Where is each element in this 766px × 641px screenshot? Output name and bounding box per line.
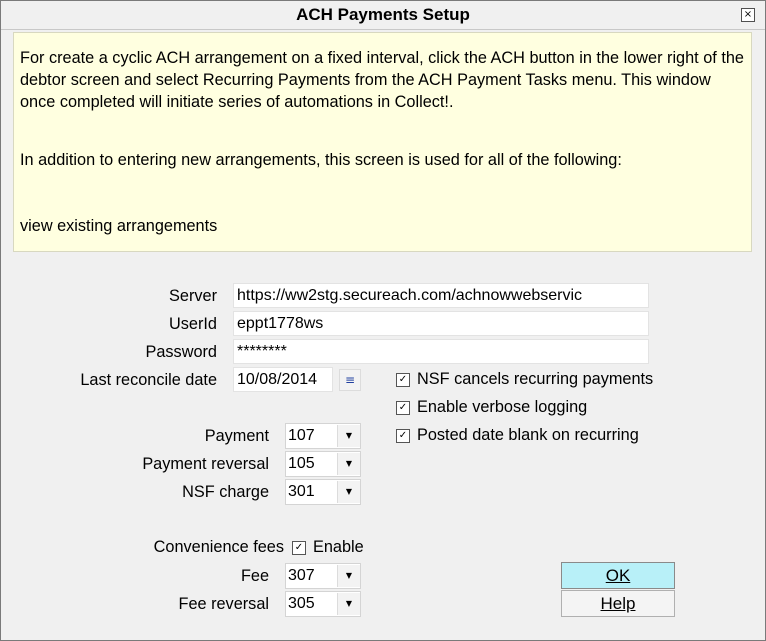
posted-date-blank-label: Posted date blank on recurring bbox=[417, 426, 639, 444]
check-icon: ✓ bbox=[398, 374, 408, 385]
payment-reversal-value: 105 bbox=[288, 455, 315, 472]
ok-button[interactable]: OK bbox=[561, 562, 675, 589]
chevron-down-icon[interactable]: ▼ bbox=[337, 565, 360, 587]
nsf-charge-label: NSF charge bbox=[182, 483, 269, 501]
nsf-cancels-label: NSF cancels recurring payments bbox=[417, 370, 654, 388]
password-input[interactable]: ******** bbox=[233, 339, 649, 364]
payment-value: 107 bbox=[288, 427, 315, 444]
calendar-button[interactable]: ≡ bbox=[339, 369, 361, 391]
fee-reversal-label: Fee reversal bbox=[178, 595, 270, 613]
convenience-fees-label: Convenience fees bbox=[153, 538, 284, 556]
chevron-down-icon[interactable]: ▼ bbox=[337, 425, 360, 447]
enable-fees-checkbox[interactable]: ✓ bbox=[292, 541, 306, 555]
info-paragraph-3: view existing arrangements bbox=[20, 217, 218, 235]
server-label: Server bbox=[169, 287, 217, 305]
info-paragraph-2: In addition to entering new arrangements… bbox=[20, 151, 622, 169]
nsf-charge-dropdown[interactable]: 301 ▼ bbox=[285, 479, 361, 505]
check-icon: ✓ bbox=[398, 430, 408, 441]
payment-reversal-label: Payment reversal bbox=[142, 455, 269, 473]
fee-value: 307 bbox=[288, 567, 315, 584]
info-paragraph-1: For create a cyclic ACH arrangement on a… bbox=[20, 49, 744, 111]
fee-label: Fee bbox=[240, 567, 269, 585]
userid-label: UserId bbox=[169, 315, 217, 333]
reconcile-date-label: Last reconcile date bbox=[80, 371, 217, 389]
chevron-down-icon[interactable]: ▼ bbox=[337, 453, 360, 475]
chevron-down-icon[interactable]: ▼ bbox=[337, 481, 360, 503]
close-icon: × bbox=[743, 9, 753, 20]
check-icon: ✓ bbox=[398, 402, 408, 413]
payment-reversal-dropdown[interactable]: 105 ▼ bbox=[285, 451, 361, 477]
payment-dropdown[interactable]: 107 ▼ bbox=[285, 423, 361, 449]
verbose-logging-label: Enable verbose logging bbox=[417, 398, 588, 416]
payment-label: Payment bbox=[204, 427, 269, 445]
verbose-logging-checkbox[interactable]: ✓ bbox=[396, 401, 410, 415]
posted-date-blank-checkbox[interactable]: ✓ bbox=[396, 429, 410, 443]
fee-dropdown[interactable]: 307 ▼ bbox=[285, 563, 361, 589]
calendar-icon: ≡ bbox=[344, 373, 356, 387]
reconcile-date-input[interactable]: 10/08/2014 bbox=[233, 367, 333, 392]
nsf-charge-value: 301 bbox=[288, 483, 315, 500]
nsf-cancels-checkbox[interactable]: ✓ bbox=[396, 373, 410, 387]
password-label: Password bbox=[145, 343, 218, 361]
title-bar: ACH Payments Setup × bbox=[1, 1, 765, 30]
fee-reversal-value: 305 bbox=[288, 595, 315, 612]
help-button[interactable]: Help bbox=[561, 590, 675, 617]
close-button[interactable]: × bbox=[741, 8, 755, 22]
check-icon: ✓ bbox=[294, 542, 304, 553]
chevron-down-icon[interactable]: ▼ bbox=[337, 593, 360, 615]
fee-reversal-dropdown[interactable]: 305 ▼ bbox=[285, 591, 361, 617]
enable-fees-label: Enable bbox=[313, 538, 364, 556]
userid-input[interactable]: eppt1778ws bbox=[233, 311, 649, 336]
info-panel: For create a cyclic ACH arrangement on a… bbox=[13, 32, 752, 252]
server-input[interactable]: https://ww2stg.secureach.com/achnowwebse… bbox=[233, 283, 649, 308]
window-title: ACH Payments Setup bbox=[296, 5, 470, 24]
ach-payments-setup-window: ACH Payments Setup × For create a cyclic… bbox=[0, 0, 766, 641]
